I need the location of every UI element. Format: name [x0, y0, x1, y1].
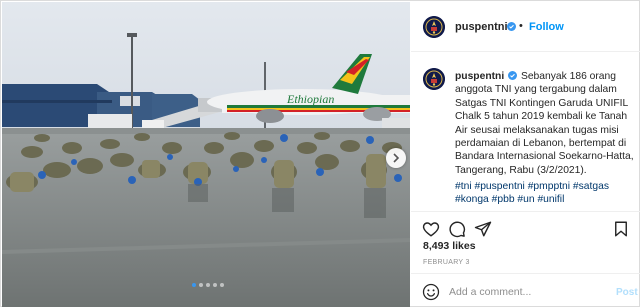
- bookmark-icon[interactable]: [612, 220, 630, 238]
- post-caption: puspentni Sebanyak 186 orang anggota TNI…: [455, 70, 635, 177]
- verified-badge-icon: [508, 71, 518, 80]
- carousel-dot-active: [192, 283, 196, 287]
- airport-tarmac-photo: Ethiopian: [2, 2, 410, 307]
- add-comment-bar: Post: [411, 273, 640, 307]
- post-side-panel: puspentni • Follow puspentni Sebanyak 18…: [411, 2, 640, 307]
- carousel-dot: [199, 283, 203, 287]
- carousel-next-button[interactable]: [386, 148, 406, 168]
- paper-plane-icon[interactable]: [474, 220, 492, 238]
- carousel-dot: [220, 283, 224, 287]
- post-header: puspentni • Follow: [411, 2, 640, 52]
- smiley-icon[interactable]: [422, 283, 440, 301]
- avatar[interactable]: [423, 16, 445, 38]
- instagram-post-embed: Ethiopian puspentni • Follow puspentni S…: [0, 0, 640, 307]
- separator-dot: •: [519, 20, 523, 32]
- chevron-right-icon: [393, 153, 400, 163]
- puspentni-logo-icon: [423, 68, 445, 90]
- carousel-dot: [213, 283, 217, 287]
- heart-icon[interactable]: [422, 220, 440, 238]
- carousel-dot: [206, 283, 210, 287]
- verified-badge-icon: [507, 22, 516, 31]
- hashtags[interactable]: #tni #puspentni #pmpptni #satgas #konga …: [455, 180, 635, 207]
- airplane-livery-text: Ethiopian: [286, 92, 334, 106]
- post-photo[interactable]: Ethiopian: [2, 2, 410, 307]
- post-comment-button[interactable]: Post: [616, 287, 638, 298]
- action-bar: [411, 211, 640, 239]
- comment-bubble-icon[interactable]: [448, 220, 466, 238]
- caption-username[interactable]: puspentni: [455, 71, 504, 82]
- avatar[interactable]: [423, 68, 445, 90]
- username[interactable]: puspentni: [455, 21, 508, 33]
- comment-input[interactable]: [449, 282, 599, 302]
- like-count[interactable]: 8,493 likes: [423, 240, 476, 252]
- follow-button[interactable]: Follow: [529, 21, 564, 33]
- post-date[interactable]: FEBRUARY 3: [423, 259, 470, 266]
- caption-text: Sebanyak 186 orang anggota TNI yang terg…: [455, 71, 634, 176]
- puspentni-logo-icon: [423, 16, 445, 38]
- caption-block: puspentni Sebanyak 186 orang anggota TNI…: [411, 53, 640, 211]
- carousel-indicator: [192, 283, 224, 287]
